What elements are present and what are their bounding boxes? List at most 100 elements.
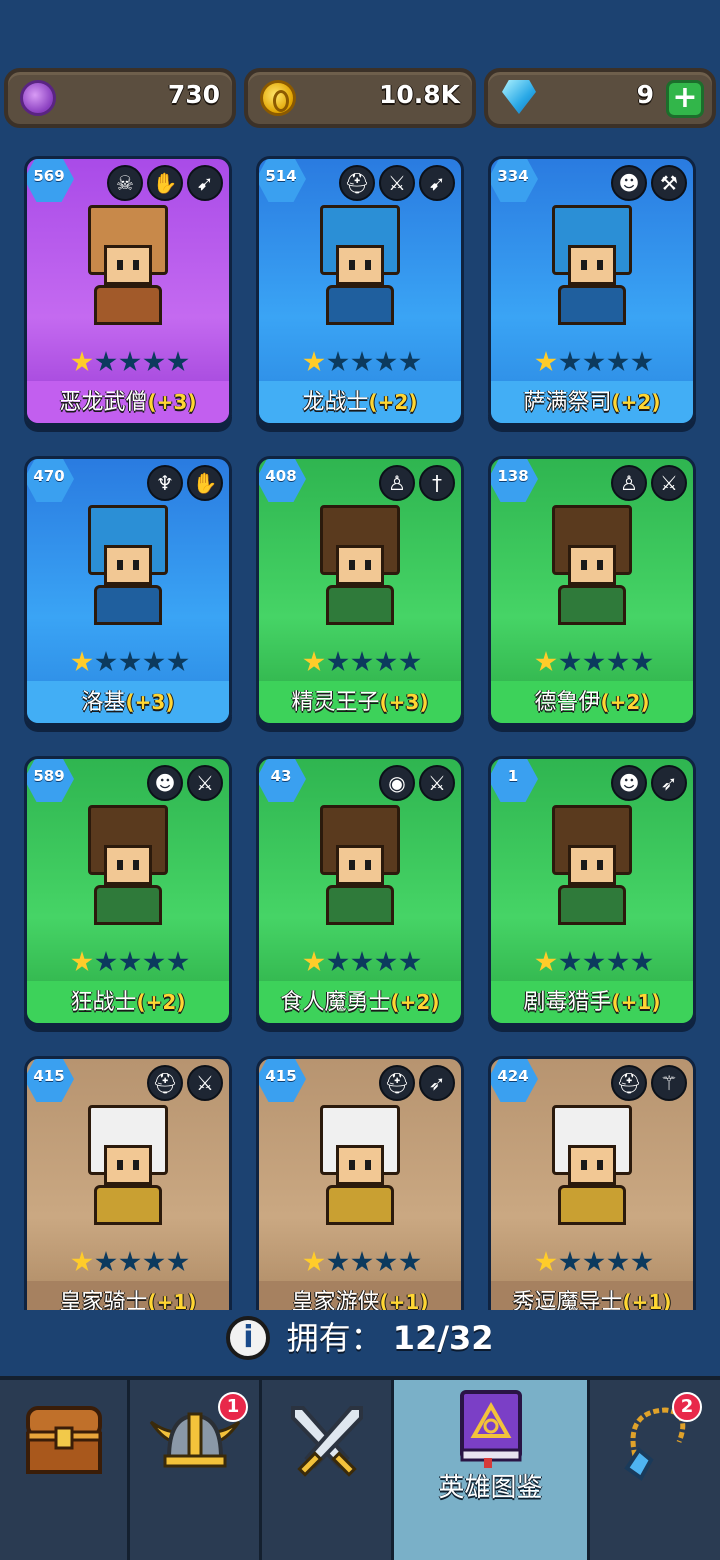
nav-item-heroes[interactable]: 1	[130, 1380, 262, 1560]
hero-card[interactable]: 470 ♆ ✋ 洛基(+3)	[24, 456, 232, 726]
dagger-icon: †	[419, 465, 455, 501]
dragon-head-icon: ➹	[419, 165, 455, 201]
star-icon	[399, 951, 421, 972]
hero-star-rating	[303, 1251, 421, 1273]
hero-class-badges: ☻ ⚔	[147, 765, 223, 801]
star-icon	[583, 951, 605, 972]
treasure-chest-icon	[25, 1406, 102, 1474]
star-icon	[327, 1251, 349, 1272]
hero-level-badge: 514	[259, 159, 306, 202]
hero-bonus: (+1)	[611, 990, 661, 1014]
star-icon	[167, 351, 189, 372]
info-icon[interactable]: i	[226, 1316, 271, 1360]
hero-portrait	[76, 205, 180, 325]
hero-name-bar: 龙战士(+2)	[259, 381, 461, 423]
star-icon	[607, 951, 629, 972]
hero-bonus: (+2)	[611, 390, 661, 414]
star-icon	[143, 1251, 165, 1272]
hero-name: 恶龙武僧	[59, 390, 148, 415]
hero-bonus: (+2)	[368, 390, 418, 414]
star-icon	[559, 1251, 581, 1272]
owned-count: 12/32	[392, 1319, 494, 1357]
hero-name: 皇家骑士	[59, 1290, 148, 1310]
hero-star-rating	[71, 951, 189, 973]
nav-item-battle[interactable]	[262, 1380, 394, 1560]
star-icon	[167, 1251, 189, 1272]
star-icon	[95, 351, 117, 372]
hero-class-badges: ⛑ ⚔	[147, 1065, 223, 1101]
gem-currency[interactable]: 9 +	[484, 68, 716, 128]
star-icon	[119, 1251, 141, 1272]
purple-currency[interactable]: 730	[4, 68, 236, 128]
hero-level-badge: 43	[259, 759, 306, 802]
hero-star-rating	[303, 651, 421, 673]
hero-name: 龙战士	[302, 390, 369, 415]
equipment-notification-badge: 2	[672, 1392, 702, 1422]
star-icon	[375, 351, 397, 372]
hero-card[interactable]: 138 ♙ ⚔ 德鲁伊(+2)	[488, 456, 696, 726]
star-icon	[559, 351, 581, 372]
star-icon	[631, 1251, 653, 1272]
sword-icon: ⚔	[187, 765, 223, 801]
hero-star-rating	[71, 651, 189, 673]
hero-star-rating	[71, 1251, 189, 1273]
hero-class-badges: ♙ ⚔	[611, 465, 687, 501]
sword-icon: ⚔	[651, 465, 687, 501]
hero-class-badges: ☻ ➶	[611, 765, 687, 801]
hero-name: 剧毒猎手	[523, 990, 612, 1015]
hero-name-bar: 食人魔勇士(+2)	[259, 981, 461, 1023]
star-icon	[351, 651, 373, 672]
star-icon	[95, 651, 117, 672]
hero-card[interactable]: 415 ⛑ ⚔ 皇家骑士(+1)	[24, 1056, 232, 1310]
winged-helmet-icon: ♆	[147, 465, 183, 501]
hero-class-badges: ⛑ ➶	[379, 1065, 455, 1101]
nav-item-chest[interactable]	[0, 1380, 130, 1560]
hero-bonus: (+2)	[136, 990, 186, 1014]
hero-class-badges: ☠ ✋ ➹	[107, 165, 223, 201]
dragon-claw-icon: ✋	[187, 465, 223, 501]
hero-card[interactable]: 415 ⛑ ➶ 皇家游侠(+1)	[256, 1056, 464, 1310]
nav-item-equipment[interactable]: 2	[590, 1380, 720, 1560]
hero-card[interactable]: 43 ◉ ⚔ 食人魔勇士(+2)	[256, 756, 464, 1026]
hero-portrait	[540, 505, 644, 625]
hero-star-rating	[535, 651, 653, 673]
hero-card[interactable]: 408 ♙ † 精灵王子(+3)	[256, 456, 464, 726]
hero-level-badge: 334	[491, 159, 538, 202]
hero-bonus: (+1)	[622, 1290, 672, 1310]
hero-level-badge: 424	[491, 1059, 538, 1102]
hero-portrait	[308, 1105, 412, 1225]
elf-icon: ♙	[379, 465, 415, 501]
currency-bar: 730 10.8K 9 +	[4, 68, 716, 130]
add-gems-button[interactable]: +	[666, 80, 704, 118]
hero-card[interactable]: 334 ☻ ⚒ 萨满祭司(+2)	[488, 156, 696, 426]
hero-name: 德鲁伊	[534, 690, 601, 715]
hero-level-badge: 138	[491, 459, 538, 502]
nav-item-codex[interactable]: 英雄图鉴	[394, 1380, 590, 1560]
hero-card[interactable]: 1 ☻ ➶ 剧毒猎手(+1)	[488, 756, 696, 1026]
star-icon	[607, 351, 629, 372]
gold-currency[interactable]: 10.8K	[244, 68, 476, 128]
star-icon	[119, 351, 141, 372]
hero-star-rating	[71, 351, 189, 373]
knight-helmet-icon: ⛑	[147, 1065, 183, 1101]
hero-card[interactable]: 589 ☻ ⚔ 狂战士(+2)	[24, 756, 232, 1026]
orc-icon: ☻	[611, 165, 647, 201]
hero-card[interactable]: 424 ⛑ ⚚ 秀逗魔导士(+1)	[488, 1056, 696, 1310]
star-icon	[399, 651, 421, 672]
hero-class-badges: ⛑ ⚔ ➹	[339, 165, 455, 201]
hero-portrait	[540, 1105, 644, 1225]
star-icon	[71, 1251, 93, 1272]
star-icon	[375, 951, 397, 972]
hero-class-badges: ♙ †	[379, 465, 455, 501]
hero-card[interactable]: 569 ☠ ✋ ➹ 恶龙武僧(+3)	[24, 156, 232, 426]
star-icon	[167, 951, 189, 972]
orc-icon: ☻	[147, 765, 183, 801]
hero-card[interactable]: 514 ⛑ ⚔ ➹ 龙战士(+2)	[256, 156, 464, 426]
hero-bonus: (+3)	[147, 390, 197, 414]
hero-name-bar: 剧毒猎手(+1)	[491, 981, 693, 1023]
star-icon	[143, 951, 165, 972]
star-icon	[327, 351, 349, 372]
star-icon	[71, 951, 93, 972]
knight-helmet-icon: ⛑	[379, 1065, 415, 1101]
hero-level-badge: 569	[27, 159, 74, 202]
